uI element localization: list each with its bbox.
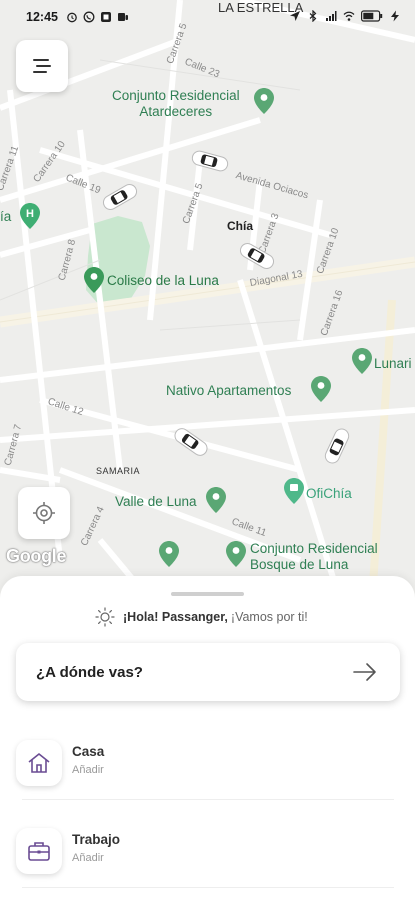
favorite-home[interactable]: Casa Añadir: [16, 734, 400, 794]
place-pin-icon[interactable]: [159, 541, 179, 567]
briefcase-icon-box: [16, 828, 62, 874]
battery-icon: [361, 10, 383, 22]
favorite-title: Trabajo: [72, 832, 121, 847]
charging-bolt-icon: [391, 10, 399, 22]
teams-icon: [117, 13, 128, 21]
place-label-conjunto-atardeceres[interactable]: Conjunto Residencial Atardeceres: [112, 88, 240, 120]
status-bar: 12:45 LA ESTRELLA: [0, 0, 415, 34]
sheet-drag-handle[interactable]: [171, 592, 244, 596]
greeting-name: ¡Hola! Passanger,: [123, 610, 228, 624]
notification-app-icon: [100, 12, 111, 22]
app-screen: Carrera 5 Calle 23 Carrera 11 Carrera 10…: [0, 0, 415, 900]
place-pin-icon[interactable]: [254, 88, 274, 114]
area-label: SAMARIA: [96, 466, 141, 476]
home-icon: [28, 753, 50, 773]
destination-search-field[interactable]: ¿A dónde vas?: [16, 643, 400, 701]
favorite-work[interactable]: Trabajo Añadir: [16, 822, 400, 882]
greeting: ¡Hola! Passanger, ¡Vamos por ti!: [95, 606, 308, 628]
place-label-oficia[interactable]: OfiChía: [306, 486, 352, 502]
place-pin-icon[interactable]: [311, 376, 331, 402]
place-label-hospital[interactable]: ía: [0, 209, 11, 225]
arrow-right-icon[interactable]: [352, 661, 378, 683]
divider: [22, 887, 394, 888]
favorite-add-link[interactable]: Añadir: [72, 852, 104, 864]
hamburger-menu-icon: [33, 59, 51, 73]
favorite-title: Casa: [72, 744, 105, 759]
location-arrow-icon: [290, 11, 300, 21]
cell-signal-icon: [326, 11, 337, 21]
destination-prompt: ¿A dónde vas?: [36, 663, 143, 681]
wifi-icon: [343, 11, 355, 21]
divider: [22, 799, 394, 800]
sun-icon: [95, 607, 115, 627]
place-label-coliseo[interactable]: Coliseo de la Luna: [107, 273, 219, 289]
bottom-sheet[interactable]: ¡Hola! Passanger, ¡Vamos por ti! ¿A dónd…: [0, 576, 415, 900]
google-attribution: Google: [6, 546, 67, 566]
favorite-add-link[interactable]: Añadir: [72, 764, 104, 776]
whatsapp-icon: [83, 11, 95, 23]
place-pin-icon[interactable]: [84, 267, 104, 293]
place-label-nativo[interactable]: Nativo Apartamentos: [166, 383, 291, 399]
bluetooth-icon: [309, 10, 317, 22]
place-pin-icon[interactable]: [206, 487, 226, 513]
crosshair-icon: [33, 502, 55, 524]
place-pin-icon[interactable]: [352, 348, 372, 374]
my-location-button[interactable]: [18, 487, 70, 539]
status-time: 12:45: [26, 10, 58, 24]
place-label-valle[interactable]: Valle de Luna: [115, 494, 197, 510]
city-label: Chía: [227, 219, 254, 233]
menu-button[interactable]: [16, 40, 68, 92]
place-label-lunaria[interactable]: Lunari: [374, 356, 412, 372]
home-icon-box: [16, 740, 62, 786]
briefcase-icon: [28, 842, 50, 861]
shopping-pin-icon[interactable]: [284, 478, 304, 504]
greeting-message: ¡Vamos por ti!: [230, 610, 308, 624]
hospital-pin-icon[interactable]: H: [20, 203, 40, 229]
alarm-icon: [67, 12, 77, 23]
svg-text:H: H: [26, 208, 34, 220]
place-label-bosque[interactable]: Conjunto Residencial Bosque de Luna: [250, 541, 378, 573]
place-pin-icon[interactable]: [226, 541, 246, 567]
